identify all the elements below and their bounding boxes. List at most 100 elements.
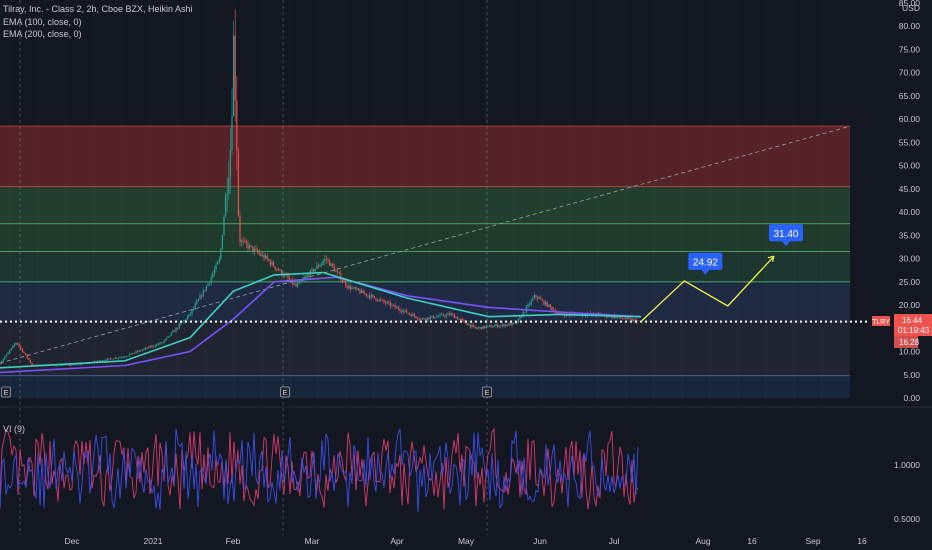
candle-body bbox=[276, 268, 278, 270]
candle-body bbox=[330, 263, 332, 266]
price-tick-label: 70.00 bbox=[899, 68, 921, 78]
candle-body bbox=[74, 364, 76, 366]
candle-body bbox=[428, 317, 430, 320]
candle-body bbox=[513, 322, 515, 324]
candle-body bbox=[236, 100, 238, 151]
symbol-title[interactable]: Tilray, Inc. - Class 2, 2h, Cboe BZX, He… bbox=[3, 4, 193, 15]
candle-body bbox=[313, 269, 315, 272]
candle-body bbox=[378, 299, 380, 301]
candle-body bbox=[449, 313, 451, 316]
earnings-letter: E bbox=[282, 388, 287, 397]
candle-body bbox=[375, 298, 377, 301]
candle-body bbox=[383, 300, 385, 302]
candle-body bbox=[514, 322, 516, 324]
candle-body bbox=[541, 299, 543, 301]
time-tick-label: May bbox=[458, 536, 475, 546]
candle-body bbox=[519, 316, 521, 319]
candle-body bbox=[426, 317, 428, 320]
candle-body bbox=[148, 346, 150, 349]
candle-body bbox=[503, 324, 505, 327]
candle-body bbox=[18, 344, 20, 347]
candle-body bbox=[404, 310, 406, 311]
candle-body bbox=[135, 351, 137, 353]
candle-body bbox=[317, 265, 319, 267]
candle-body bbox=[127, 355, 129, 357]
candle-body bbox=[409, 313, 411, 315]
candle-body bbox=[274, 266, 276, 269]
candle-body bbox=[389, 302, 391, 307]
candle-body bbox=[617, 316, 619, 318]
price-tick-label: 65.00 bbox=[899, 91, 921, 101]
candle-body bbox=[223, 216, 225, 236]
vi-legend[interactable]: VI (9) bbox=[3, 424, 25, 435]
time-tick-label: 16 bbox=[747, 536, 757, 546]
candle-body bbox=[165, 337, 167, 340]
candle-body bbox=[0, 363, 1, 364]
candle-body bbox=[145, 347, 147, 349]
candle-body bbox=[530, 300, 532, 305]
candle-body bbox=[167, 336, 169, 338]
candle-body bbox=[625, 318, 627, 320]
candle-body bbox=[13, 344, 15, 346]
candle-body bbox=[129, 354, 131, 356]
candle-body bbox=[346, 285, 348, 288]
candle-body bbox=[437, 316, 439, 318]
ema200-legend[interactable]: EMA (200, close, 0) bbox=[3, 29, 82, 40]
candle-body bbox=[484, 326, 486, 329]
candle-body bbox=[69, 365, 71, 366]
candle-body bbox=[621, 317, 623, 319]
candle-body bbox=[329, 260, 331, 266]
candle-body bbox=[141, 349, 143, 351]
candle-body bbox=[201, 295, 203, 297]
candle-body bbox=[489, 325, 491, 327]
candle-body bbox=[133, 352, 135, 354]
candle-body bbox=[138, 350, 140, 352]
candle-body bbox=[28, 358, 30, 361]
candle-body bbox=[458, 319, 460, 320]
zone-band bbox=[0, 223, 850, 252]
candle-body bbox=[297, 283, 299, 287]
price-tick-label: 30.00 bbox=[899, 254, 921, 264]
candle-body bbox=[559, 312, 561, 314]
candle-body bbox=[634, 319, 636, 321]
earnings-marker[interactable]: E bbox=[280, 386, 290, 398]
candle-body bbox=[402, 310, 404, 312]
candle-body bbox=[207, 283, 209, 287]
candle-body bbox=[413, 314, 415, 317]
candle-body bbox=[188, 314, 190, 317]
earnings-letter: E bbox=[3, 388, 8, 397]
candle-body bbox=[119, 357, 121, 358]
price-tick-label: 50.00 bbox=[899, 161, 921, 171]
candle-body bbox=[468, 324, 470, 326]
price-tick-label: 45.00 bbox=[899, 184, 921, 194]
candle-body bbox=[197, 299, 199, 302]
candle-body bbox=[20, 346, 22, 349]
candle-body bbox=[105, 360, 107, 362]
candle-body bbox=[15, 342, 17, 345]
candle-body bbox=[250, 245, 252, 247]
candle-body bbox=[111, 358, 113, 360]
candle-body bbox=[362, 290, 364, 294]
vi-tick-label: 0.5000 bbox=[894, 514, 920, 524]
candle-body bbox=[433, 315, 435, 319]
ema100-legend[interactable]: EMA (100, close, 0) bbox=[3, 17, 82, 28]
earnings-marker[interactable]: E bbox=[1, 386, 11, 398]
candle-body bbox=[140, 350, 142, 352]
earnings-marker[interactable]: E bbox=[482, 386, 492, 398]
candle-body bbox=[202, 290, 204, 297]
candle-body bbox=[322, 261, 324, 264]
candle-body bbox=[388, 302, 390, 304]
candle-body bbox=[412, 314, 414, 317]
chart-canvas[interactable]: 24.9231.40E E E85.0080.0075.0070.0065.0060… bbox=[0, 0, 932, 550]
candle-body bbox=[263, 254, 265, 259]
candle-body bbox=[623, 318, 625, 320]
candle-body bbox=[234, 35, 236, 101]
countdown-tag-text: 01:19:43 bbox=[898, 326, 930, 335]
candle-body bbox=[161, 342, 163, 344]
candle-body bbox=[357, 288, 359, 291]
candle-body bbox=[156, 344, 158, 346]
candle-body bbox=[506, 324, 508, 326]
candle-body bbox=[117, 357, 119, 359]
candle-body bbox=[261, 254, 263, 256]
candle-body bbox=[159, 342, 161, 345]
